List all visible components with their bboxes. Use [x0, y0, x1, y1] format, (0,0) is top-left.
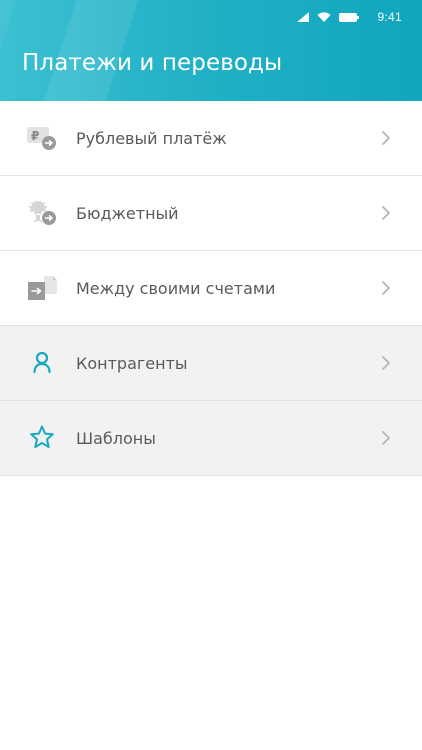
status-bar: 9:41 [0, 0, 422, 30]
battery-icon [339, 7, 360, 26]
menu-item-label: Рублевый платёж [76, 128, 227, 148]
menu-item-budget[interactable]: Бюджетный [0, 176, 422, 251]
chevron-right-icon [381, 130, 391, 146]
chevron-right-icon [381, 205, 391, 221]
person-icon [26, 348, 60, 378]
chevron-right-icon [381, 280, 391, 296]
payments-menu: ₽ Рублевый платёж Бюджетный Между своими… [0, 101, 422, 476]
menu-item-label: Шаблоны [76, 428, 156, 448]
menu-item-templates[interactable]: Шаблоны [0, 401, 422, 476]
ruble-transfer-icon: ₽ [26, 123, 60, 153]
wifi-icon [317, 7, 331, 26]
chevron-right-icon [381, 430, 391, 446]
svg-text:₽: ₽ [31, 129, 39, 143]
own-accounts-icon [26, 273, 60, 303]
budget-eagle-icon [26, 198, 60, 228]
menu-item-ruble-payment[interactable]: ₽ Рублевый платёж [0, 101, 422, 176]
status-time: 9:41 [377, 9, 402, 24]
chevron-right-icon [381, 355, 391, 371]
menu-item-own-accounts[interactable]: Между своими счетами [0, 251, 422, 326]
status-icons: 9:41 [297, 7, 402, 26]
menu-item-label: Между своими счетами [76, 278, 276, 298]
signal-icon [297, 7, 310, 26]
app-header: 9:41 Платежи и переводы [0, 0, 422, 101]
page-title: Платежи и переводы [22, 50, 283, 76]
menu-item-counterparties[interactable]: Контрагенты [0, 326, 422, 401]
menu-item-label: Бюджетный [76, 203, 179, 223]
menu-item-label: Контрагенты [76, 353, 188, 373]
star-icon [26, 423, 60, 453]
